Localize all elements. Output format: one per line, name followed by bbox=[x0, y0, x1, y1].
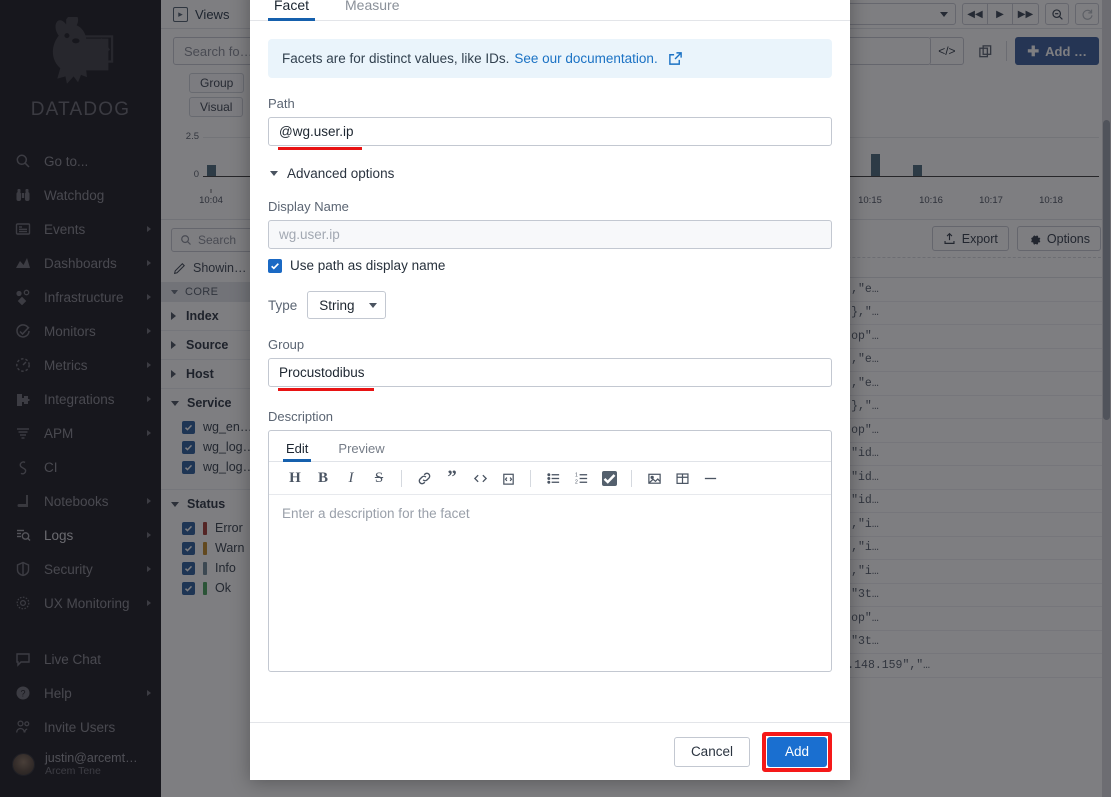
advanced-options-label: Advanced options bbox=[287, 166, 395, 181]
type-row: Type String bbox=[268, 291, 832, 319]
display-name-input[interactable] bbox=[268, 220, 832, 249]
advanced-options-toggle[interactable]: Advanced options bbox=[270, 166, 832, 181]
tab-measure[interactable]: Measure bbox=[339, 0, 405, 20]
display-name-label: Display Name bbox=[268, 199, 349, 214]
italic-icon[interactable]: I bbox=[337, 464, 365, 492]
numbered-list-icon[interactable]: 12 bbox=[567, 464, 595, 492]
use-path-as-display-name-label: Use path as display name bbox=[290, 258, 446, 273]
horizontal-rule-icon[interactable] bbox=[696, 464, 724, 492]
description-editor: Edit Preview H B I S ” 1 2 Enter a descr… bbox=[268, 430, 832, 672]
tab-edit[interactable]: Edit bbox=[283, 441, 312, 462]
group-input[interactable] bbox=[268, 358, 832, 387]
strikethrough-icon[interactable]: S bbox=[365, 464, 393, 492]
divider bbox=[401, 469, 402, 487]
chevron-down-icon bbox=[270, 171, 278, 176]
modal-footer: Cancel Add bbox=[250, 722, 850, 780]
task-list-icon[interactable] bbox=[595, 464, 623, 492]
quote-icon[interactable]: ” bbox=[438, 464, 466, 492]
path-label: Path bbox=[268, 96, 295, 111]
svg-text:1: 1 bbox=[574, 472, 577, 478]
type-select[interactable]: String bbox=[307, 291, 386, 319]
divider bbox=[530, 469, 531, 487]
add-button-highlight-wrap: Add bbox=[761, 731, 832, 772]
bold-icon[interactable]: B bbox=[309, 464, 337, 492]
image-icon[interactable] bbox=[640, 464, 668, 492]
add-button[interactable]: Add bbox=[766, 736, 827, 767]
description-label: Description bbox=[268, 409, 334, 424]
path-input[interactable] bbox=[268, 117, 832, 146]
documentation-link[interactable]: See our documentation. bbox=[514, 51, 657, 66]
group-label: Group bbox=[268, 337, 305, 352]
type-selected-value: String bbox=[319, 297, 355, 313]
external-link-icon[interactable] bbox=[668, 51, 683, 66]
heading-icon[interactable]: H bbox=[281, 464, 309, 492]
tab-facet[interactable]: Facet bbox=[268, 0, 316, 21]
cancel-button[interactable]: Cancel bbox=[673, 736, 750, 767]
svg-text:2: 2 bbox=[574, 479, 577, 485]
tab-preview[interactable]: Preview bbox=[335, 441, 387, 461]
chevron-down-icon bbox=[368, 302, 377, 308]
editor-tabs: Edit Preview bbox=[269, 431, 831, 462]
use-path-as-display-name-row[interactable]: Use path as display name bbox=[268, 258, 832, 273]
table-icon[interactable] bbox=[668, 464, 696, 492]
path-underline-highlight bbox=[278, 147, 362, 150]
bullet-list-icon[interactable] bbox=[539, 464, 567, 492]
info-banner-text: Facets are for distinct values, like IDs… bbox=[282, 51, 510, 66]
group-underline-highlight bbox=[278, 388, 374, 391]
divider bbox=[631, 469, 632, 487]
description-textarea[interactable]: Enter a description for the facet bbox=[269, 495, 831, 671]
modal-body: Facets are for distinct values, like IDs… bbox=[250, 21, 850, 722]
info-banner: Facets are for distinct values, like IDs… bbox=[268, 39, 832, 78]
link-icon[interactable] bbox=[410, 464, 438, 492]
editor-toolbar: H B I S ” 1 2 bbox=[269, 462, 831, 495]
code-icon[interactable] bbox=[466, 464, 494, 492]
add-facet-modal: Facet Measure Facets are for distinct va… bbox=[250, 0, 850, 780]
checkbox-checked[interactable] bbox=[268, 258, 282, 273]
modal-tabs: Facet Measure bbox=[250, 0, 850, 21]
code-block-icon[interactable] bbox=[494, 464, 522, 492]
type-label: Type bbox=[268, 297, 298, 313]
